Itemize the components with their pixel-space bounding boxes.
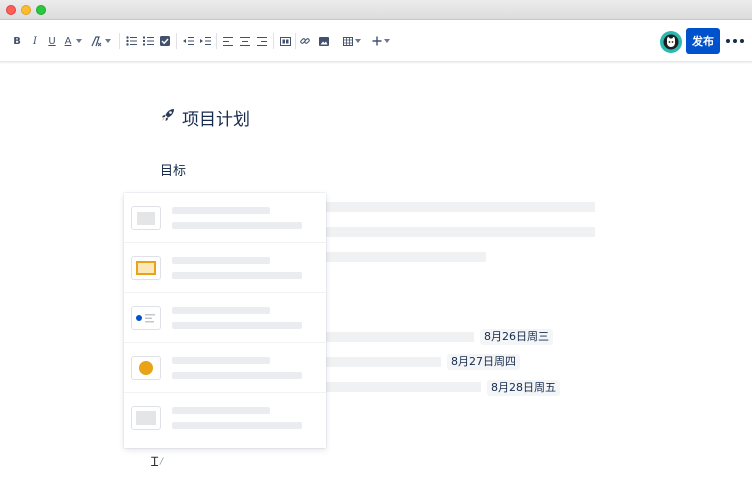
panel-template-icon — [131, 256, 161, 280]
template-list — [124, 193, 326, 448]
info-list-template-icon — [131, 306, 161, 330]
text-cursor-icon: Ɪ — [151, 455, 159, 470]
more-options-icon[interactable] — [726, 33, 744, 49]
window-maximize-button[interactable] — [36, 5, 46, 15]
task-list-icon[interactable] — [159, 33, 171, 49]
section-heading[interactable]: 目标 — [160, 160, 186, 179]
image-icon[interactable] — [318, 33, 330, 49]
user-avatar-icon[interactable] — [660, 31, 682, 53]
bold-button[interactable]: B — [12, 33, 22, 49]
blank-template-icon — [131, 206, 161, 230]
caret-icon: / — [160, 457, 164, 467]
placeholder-line — [326, 227, 595, 237]
align-center-icon[interactable] — [239, 33, 251, 49]
editor-toolbar: B I U A — [0, 20, 752, 62]
date-chip[interactable]: 8月27日周四 — [447, 354, 520, 370]
publish-button[interactable]: 发布 — [686, 28, 720, 54]
text-color-chevron-icon[interactable] — [75, 33, 83, 49]
link-icon[interactable] — [299, 33, 311, 49]
placeholder-line — [326, 202, 595, 212]
table-icon[interactable] — [342, 33, 354, 49]
align-left-icon[interactable] — [222, 33, 234, 49]
date-chip[interactable]: 8月26日周三 — [480, 329, 553, 345]
numbered-list-icon[interactable] — [142, 33, 154, 49]
window-titlebar — [0, 0, 752, 20]
underline-button[interactable]: U — [47, 33, 57, 49]
template-item[interactable] — [124, 343, 326, 393]
clear-format-icon[interactable] — [90, 33, 102, 49]
template-item[interactable] — [124, 193, 326, 243]
placeholder-line — [326, 357, 441, 367]
indent-icon[interactable] — [199, 33, 211, 49]
window-close-button[interactable] — [6, 5, 16, 15]
text-color-button[interactable]: A — [63, 33, 73, 49]
more-format-chevron-icon[interactable] — [104, 33, 112, 49]
template-item[interactable] — [124, 393, 326, 443]
page-title[interactable]: 项目计划 — [160, 105, 250, 130]
template-item[interactable] — [124, 293, 326, 343]
align-right-icon[interactable] — [256, 33, 268, 49]
layout-icon[interactable] — [279, 33, 291, 49]
outdent-icon[interactable] — [182, 33, 194, 49]
insert-chevron-icon[interactable] — [383, 33, 391, 49]
bullet-list-icon[interactable] — [125, 33, 137, 49]
placeholder-line — [326, 252, 486, 262]
insert-plus-icon[interactable] — [371, 33, 383, 49]
date-chip[interactable]: 8月28日周五 — [487, 380, 560, 396]
page-title-text[interactable]: 项目计划 — [182, 105, 250, 130]
status-template-icon — [131, 356, 161, 380]
rocket-icon — [160, 107, 176, 127]
italic-button[interactable]: I — [30, 33, 40, 49]
blank-template-icon — [131, 406, 161, 430]
template-item[interactable] — [124, 243, 326, 293]
placeholder-line — [326, 332, 474, 342]
table-chevron-icon[interactable] — [354, 33, 362, 49]
placeholder-line — [326, 382, 481, 392]
window-minimize-button[interactable] — [21, 5, 31, 15]
